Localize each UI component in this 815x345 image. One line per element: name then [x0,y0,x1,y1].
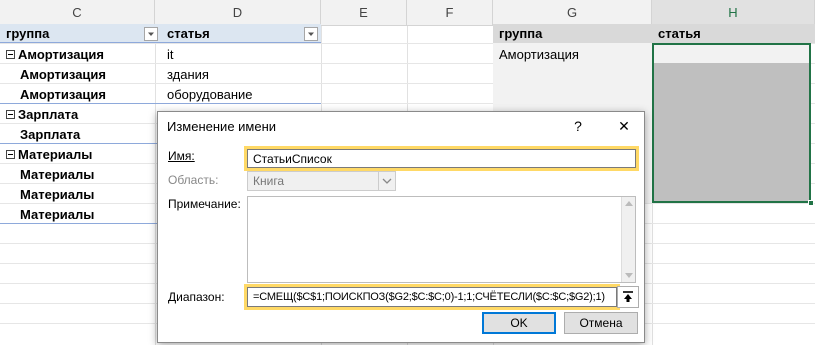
range-input[interactable]: =СМЕЩ($C$1;ПОИСКПОЗ($G2;$C:$C;0)-1;1;СЧЁ… [244,284,620,310]
pivot-row-group[interactable]: Зарплата [14,124,161,144]
header-label: статья [658,26,701,41]
column-letter: D [232,5,243,20]
fill-handle[interactable] [808,200,814,206]
scrollbar[interactable] [621,197,635,282]
name-input[interactable]: СтатьиСписок [244,146,639,171]
close-button[interactable]: ✕ [604,112,644,140]
filter-dropdown-icon[interactable] [304,27,318,41]
group-label: Зарплата [18,106,79,122]
pivot-row-group[interactable]: Материалы [14,204,161,224]
header-label: группа [499,26,543,41]
column-header-g[interactable]: G [493,0,652,26]
selected-range[interactable] [652,43,814,206]
collapse-icon[interactable] [6,149,15,159]
pivot-row-group[interactable]: Амортизация [14,64,161,84]
scroll-down-icon[interactable] [625,273,633,278]
column-letter: H [728,4,738,20]
pivot-row-group[interactable]: Материалы [14,164,161,184]
column-letter: C [72,5,82,20]
article-label: it [167,46,174,62]
group-label: Материалы [18,146,93,162]
article-label: оборудование [167,86,253,102]
column-header-d[interactable]: D [155,0,321,26]
cancel-button[interactable]: Отмена [564,312,638,334]
pivot-row-group[interactable]: Зарплата [0,104,161,124]
group-label: Материалы [20,206,95,222]
column-header-e[interactable]: E [321,0,407,26]
rename-dialog: Изменение имени ? ✕ Имя: СтатьиСписок Об… [157,111,645,343]
name-label: Имя: [168,149,195,163]
column-letter: F [445,5,454,20]
column-header-c[interactable]: C [0,0,155,26]
chevron-down-icon[interactable] [378,172,395,190]
pivot-row-article[interactable]: it [161,44,321,64]
group-label: Материалы [20,166,95,182]
help-icon: ? [574,118,582,134]
filter-dropdown-icon[interactable] [144,27,158,41]
pivot-header-article[interactable]: статья [161,24,321,43]
comment-textarea[interactable] [247,196,636,283]
active-cell[interactable] [654,45,809,63]
group-label: Амортизация [20,66,106,82]
pivot-header-label: группа [6,25,50,41]
pivot-row-group[interactable]: Амортизация [0,44,161,64]
pivot-row-article[interactable]: оборудование [161,84,321,104]
close-icon: ✕ [618,117,630,134]
right-table-header-article[interactable]: статья [652,24,815,43]
pivot-header-label: статья [167,25,210,41]
collapse-icon[interactable] [6,49,15,59]
cell-value: Амортизация [499,46,579,62]
pivot-row-article[interactable]: здания [161,64,321,84]
dialog-title: Изменение имени [167,118,277,134]
collapse-icon[interactable] [6,109,15,119]
collapse-range-button[interactable] [617,286,639,308]
pivot-row-group[interactable]: Материалы [14,184,161,204]
right-table-header-group[interactable]: группа [493,24,652,43]
cell-g2[interactable]: Амортизация [493,44,652,64]
scope-label: Область: [168,173,219,187]
article-label: здания [167,66,209,82]
group-label: Амортизация [20,86,106,102]
group-label: Зарплата [20,126,81,142]
column-letter: E [359,5,368,20]
ok-button[interactable]: OK [482,312,556,334]
comment-label: Примечание: [168,197,241,211]
help-button[interactable]: ? [558,112,598,140]
range-label: Диапазон: [168,290,225,304]
column-header-h[interactable]: H [652,0,815,26]
pivot-row-group[interactable]: Материалы [0,144,161,164]
scope-select[interactable]: Книга [247,171,396,191]
pivot-row-group[interactable]: Амортизация [14,84,161,104]
group-label: Амортизация [18,46,104,62]
pivot-header-group[interactable]: группа [0,24,161,43]
scroll-up-icon[interactable] [625,201,633,206]
column-letter: G [566,5,578,20]
collapse-dialog-icon [623,291,633,302]
group-label: Материалы [20,186,95,202]
column-header-f[interactable]: F [407,0,493,26]
